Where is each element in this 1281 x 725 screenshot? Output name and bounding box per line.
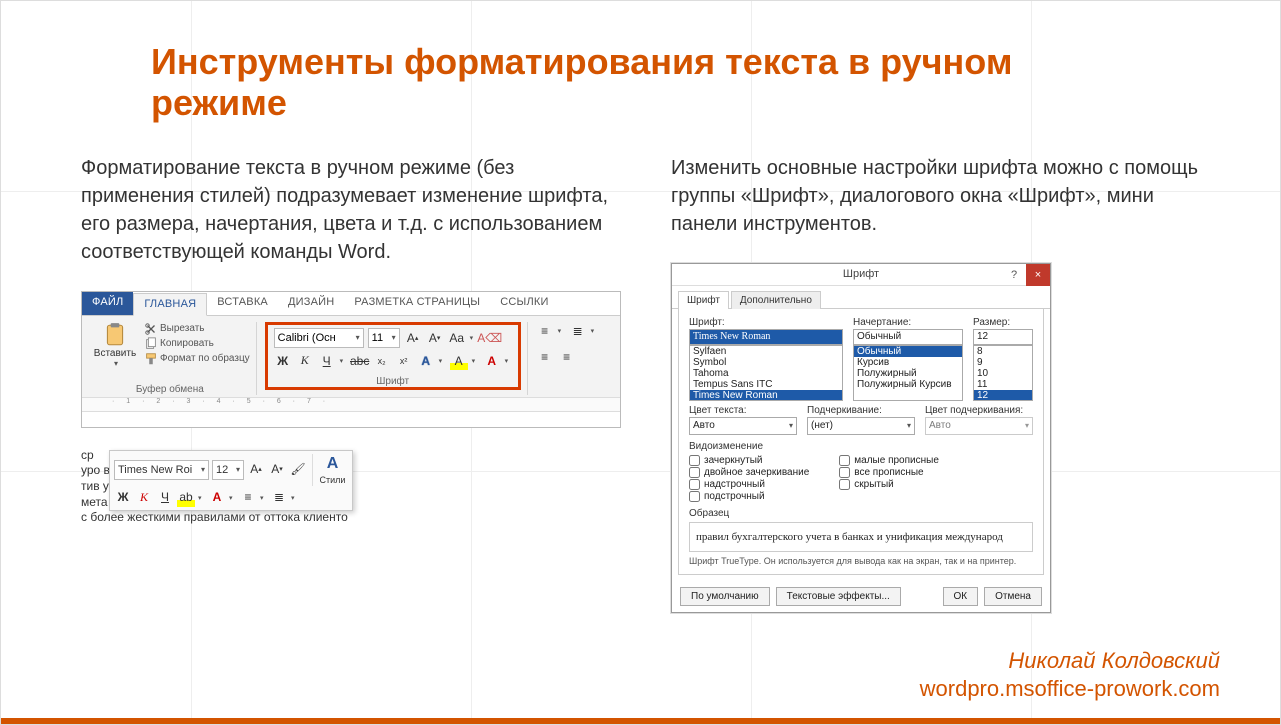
- label-underline-style: Подчеркивание:: [807, 405, 915, 416]
- align-left-icon[interactable]: ≡: [536, 348, 554, 366]
- font-dialog: Шрифт ? × Шрифт Дополнительно Шрифт: Tim…: [671, 263, 1051, 613]
- effect-allcaps[interactable]: все прописные: [839, 467, 939, 478]
- font-size-input[interactable]: 12: [973, 329, 1033, 345]
- mini-shrink-font-icon[interactable]: A▾: [268, 461, 286, 479]
- underline-color-select[interactable]: Авто▾: [925, 417, 1033, 435]
- numbering-icon[interactable]: ≣: [569, 322, 587, 340]
- mini-font-color-button[interactable]: A: [208, 489, 226, 507]
- label-underline-color: Цвет подчеркивания:: [925, 405, 1033, 416]
- ribbon-tab-home[interactable]: ГЛАВНАЯ: [133, 293, 207, 316]
- source-url: wordpro.msoffice-prowork.com: [920, 675, 1220, 704]
- mini-grow-font-icon[interactable]: A▴: [247, 461, 265, 479]
- label-preview: Образец: [689, 508, 1033, 519]
- mini-numbering-icon[interactable]: ≣: [270, 489, 288, 507]
- effect-super[interactable]: надстрочный: [689, 479, 809, 490]
- ribbon-tab-insert[interactable]: ВСТАВКА: [207, 292, 278, 315]
- change-case-icon[interactable]: Aa: [448, 329, 466, 347]
- effect-smallcaps[interactable]: малые прописные: [839, 455, 939, 466]
- author-name: Николай Колдовский: [920, 647, 1220, 676]
- dialog-close-button[interactable]: ×: [1026, 264, 1050, 286]
- slide-title: Инструменты форматирования текста в ручн…: [151, 41, 1051, 124]
- truetype-hint: Шрифт TrueType. Он используется для выво…: [689, 556, 1033, 566]
- font-name-select[interactable]: Calibri (Осн▾: [274, 328, 364, 348]
- bold-button[interactable]: Ж: [274, 352, 292, 370]
- preview-box: правил бухгалтерского учета в банках и у…: [689, 522, 1033, 552]
- btn-cancel[interactable]: Отмена: [984, 587, 1042, 606]
- btn-text-effects[interactable]: Текстовые эффекты...: [776, 587, 901, 606]
- underline-style-select[interactable]: (нет)▾: [807, 417, 915, 435]
- scissors-icon: [144, 322, 158, 336]
- label-style: Начертание:: [853, 317, 963, 328]
- bullets-icon[interactable]: ≡: [536, 322, 554, 340]
- font-style-input[interactable]: Обычный: [853, 329, 963, 345]
- strikethrough-button[interactable]: abc: [351, 352, 369, 370]
- word-ribbon-screenshot: ФАЙЛ ГЛАВНАЯ ВСТАВКА ДИЗАЙН РАЗМЕТКА СТР…: [81, 291, 621, 428]
- mini-font-size[interactable]: 12▾: [212, 460, 244, 480]
- format-painter-button[interactable]: Формат по образцу: [144, 352, 250, 366]
- mini-toolbar: Times New Roi▾ 12▾ A▴ A▾ 🖌 A Стили Ж К: [109, 450, 353, 511]
- dialog-tab-advanced[interactable]: Дополнительно: [731, 291, 821, 309]
- font-style-list[interactable]: Обычный Курсив Полужирный Полужирный Кур…: [853, 345, 963, 401]
- paste-label: Вставить: [94, 348, 136, 359]
- effect-strike[interactable]: зачеркнутый: [689, 455, 809, 466]
- left-paragraph: Форматирование текста в ручном режиме (б…: [81, 154, 621, 266]
- ribbon-tab-file[interactable]: ФАЙЛ: [82, 292, 133, 315]
- ribbon-group-paragraph: ≡▾ ≣▾ ≡ ≡: [534, 322, 604, 395]
- mini-format-painter-icon[interactable]: 🖌: [289, 461, 307, 479]
- dialog-help-button[interactable]: ?: [1002, 264, 1026, 286]
- text-effects-button[interactable]: A: [417, 352, 435, 370]
- ribbon-tab-design[interactable]: ДИЗАЙН: [278, 292, 344, 315]
- ruler: · 1 · 2 · 3 · 4 · 5 · 6 · 7 ·: [82, 397, 620, 411]
- ribbon-group-font: Calibri (Осн▾ 11▾ A▴ A▾ Aa▾ A⌫ Ж К Ч▾: [263, 322, 528, 395]
- font-size-select[interactable]: 11▾: [368, 328, 400, 348]
- mini-underline-button[interactable]: Ч: [156, 489, 174, 507]
- effect-dblstrike[interactable]: двойное зачеркивание: [689, 467, 809, 478]
- label-font: Шрифт:: [689, 317, 843, 328]
- clear-format-icon[interactable]: A⌫: [481, 329, 499, 347]
- font-color-button[interactable]: A: [483, 352, 501, 370]
- mini-highlight-button[interactable]: ab: [177, 489, 195, 507]
- btn-ok[interactable]: ОК: [943, 587, 979, 606]
- effect-hidden[interactable]: скрытый: [839, 479, 939, 490]
- cut-button[interactable]: Вырезать: [144, 322, 250, 336]
- mini-bullets-icon[interactable]: ≡: [239, 489, 257, 507]
- slide-footer: Николай Колдовский wordpro.msoffice-prow…: [920, 647, 1220, 704]
- ribbon-tab-references[interactable]: ССЫЛКИ: [490, 292, 558, 315]
- ribbon-group-clipboard: Вставить ▾ Вырезать Копироват: [88, 322, 257, 395]
- label-effects: Видоизменение: [689, 441, 1033, 452]
- subscript-button[interactable]: x₂: [373, 352, 391, 370]
- superscript-button[interactable]: x²: [395, 352, 413, 370]
- accent-bar: [1, 718, 1280, 724]
- shrink-font-icon[interactable]: A▾: [426, 329, 444, 347]
- mini-toolbar-screenshot: ср уро вов тив унис мета: [81, 448, 521, 526]
- clipboard-icon: [102, 322, 128, 348]
- paste-button[interactable]: Вставить ▾: [90, 322, 140, 368]
- font-name-input[interactable]: Times New Roman: [689, 329, 843, 345]
- label-size: Размер:: [973, 317, 1033, 328]
- mini-font-name[interactable]: Times New Roi▾: [114, 460, 209, 480]
- dialog-tab-font[interactable]: Шрифт: [678, 291, 729, 309]
- dialog-title: Шрифт: [843, 268, 879, 280]
- mini-italic-button[interactable]: К: [135, 489, 153, 507]
- mini-bold-button[interactable]: Ж: [114, 489, 132, 507]
- right-paragraph: Изменить основные настройки шрифта можно…: [671, 154, 1220, 238]
- grow-font-icon[interactable]: A▴: [404, 329, 422, 347]
- mini-styles-button[interactable]: A Стили: [312, 454, 348, 486]
- font-color-select[interactable]: Авто▾: [689, 417, 797, 435]
- underline-button[interactable]: Ч: [318, 352, 336, 370]
- effect-sub[interactable]: подстрочный: [689, 491, 809, 502]
- ribbon-tab-layout[interactable]: РАЗМЕТКА СТРАНИЦЫ: [344, 292, 490, 315]
- italic-button[interactable]: К: [296, 352, 314, 370]
- align-center-icon[interactable]: ≡: [558, 348, 576, 366]
- highlight-button[interactable]: A: [450, 352, 468, 370]
- font-size-list[interactable]: 8 9 10 11 12: [973, 345, 1033, 401]
- copy-icon: [144, 337, 158, 351]
- font-name-list[interactable]: Sylfaen Symbol Tahoma Tempus Sans ITC Ti…: [689, 345, 843, 401]
- clipboard-group-label: Буфер обмена: [90, 382, 250, 395]
- btn-default[interactable]: По умолчанию: [680, 587, 770, 606]
- label-font-color: Цвет текста:: [689, 405, 797, 416]
- copy-button[interactable]: Копировать: [144, 337, 250, 351]
- brush-icon: [144, 352, 158, 366]
- font-group-label: Шрифт: [274, 374, 512, 387]
